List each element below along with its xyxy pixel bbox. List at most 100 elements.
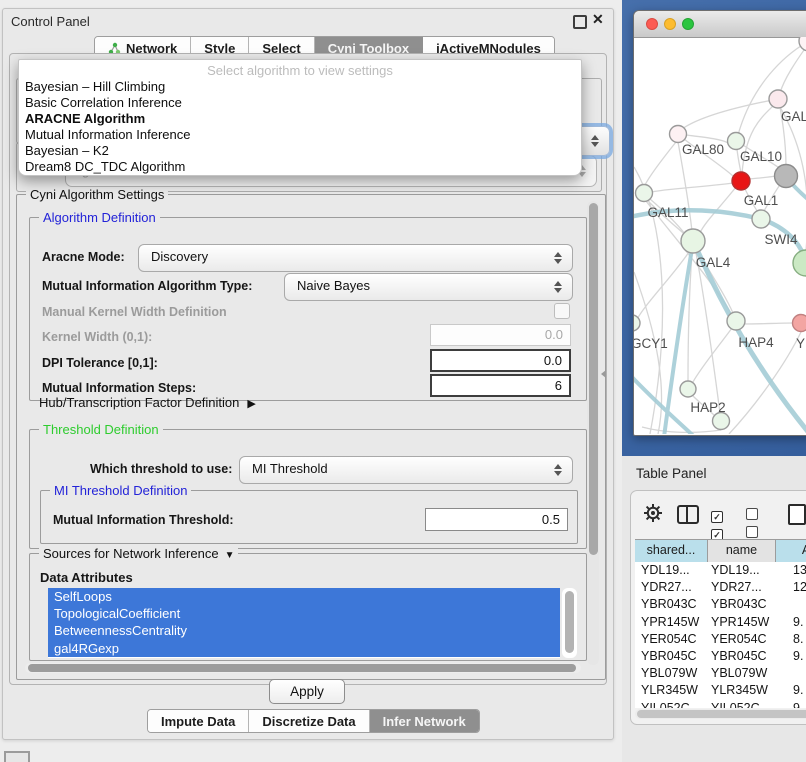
- node-gray[interactable]: [775, 165, 798, 188]
- node-gal80[interactable]: [670, 126, 687, 143]
- collapsed-arrow-icon: ▶: [247, 398, 255, 410]
- list-item[interactable]: gal4RGexp: [48, 640, 560, 657]
- column-view-icon[interactable]: [677, 505, 699, 524]
- node[interactable]: [713, 413, 730, 430]
- network-window-titlebar[interactable]: [634, 11, 806, 38]
- list-scrollbar-thumb[interactable]: [565, 591, 574, 653]
- algorithm-option[interactable]: Dream8 DC_TDC Algorithm: [23, 159, 577, 175]
- column-header-clipped[interactable]: A: [776, 540, 806, 562]
- aracne-mode-combo[interactable]: Discovery: [138, 244, 573, 272]
- mi-type-value: Naive Bayes: [297, 274, 370, 298]
- table-row[interactable]: YDR27... YDR27... 12: [635, 579, 806, 596]
- tab-infer-network[interactable]: Infer Network: [370, 710, 479, 732]
- algorithm-popup-prompt: Select algorithm to view settings: [19, 63, 581, 78]
- node-hap2[interactable]: [680, 381, 696, 397]
- table-row[interactable]: YBR045C YBR045C 9.: [635, 648, 806, 665]
- node-gal4[interactable]: [681, 229, 705, 253]
- node-gal11[interactable]: [636, 185, 653, 202]
- table-card: ✓✓ shared... name A YDL19... YDL19... 13…: [630, 490, 806, 725]
- mi-threshold-group: MI Threshold Definition Mutual Informati…: [40, 490, 578, 544]
- minimize-button[interactable]: [664, 18, 676, 30]
- tab-discretize-data[interactable]: Discretize Data: [249, 710, 369, 732]
- combo-arrows-icon: [554, 251, 562, 265]
- application-root: Control Panel ✕ Network Style Select: [0, 0, 806, 762]
- settings-group-title: Cyni Algorithm Settings: [26, 187, 168, 202]
- expanded-arrow-icon: ▼: [225, 550, 235, 561]
- algorithm-option[interactable]: Bayesian – K2: [23, 143, 577, 159]
- mi-threshold-group-title: MI Threshold Definition: [50, 483, 191, 498]
- node-gal[interactable]: [769, 90, 787, 108]
- mi-type-label: Mutual Information Algorithm Type:: [42, 279, 252, 293]
- dpi-tolerance-input[interactable]: 0.0: [430, 349, 571, 372]
- network-canvas[interactable]: GAL GAL80 GAL10 GAL1 GAL11 SWI4 GAL4 GCY…: [634, 37, 806, 434]
- manual-kernel-checkbox[interactable]: [554, 303, 570, 319]
- table-row[interactable]: YDL19... YDL19... 13: [635, 562, 806, 579]
- node-label: GAL11: [647, 205, 688, 220]
- mi-threshold-label: Mutual Information Threshold:: [53, 513, 234, 527]
- which-threshold-combo[interactable]: MI Threshold: [239, 456, 573, 484]
- table-panel-section: Table Panel ✓✓ share: [622, 456, 806, 762]
- node[interactable]: [799, 37, 806, 51]
- node-salmon[interactable]: [793, 315, 806, 332]
- algorithm-option[interactable]: Basic Correlation Inference: [23, 95, 577, 111]
- node-label: SWI4: [764, 232, 797, 247]
- list-item[interactable]: SelfLoops: [48, 588, 560, 605]
- node-swi4[interactable]: [752, 210, 770, 228]
- which-threshold-label: Which threshold to use:: [90, 462, 232, 476]
- close-button[interactable]: [646, 18, 658, 30]
- node-label: HAP2: [690, 400, 725, 415]
- apply-button[interactable]: Apply: [269, 679, 345, 704]
- algorithm-option[interactable]: Mutual Information Inference: [23, 127, 577, 143]
- node-gal1-selected[interactable]: [732, 172, 750, 190]
- sources-group: Sources for Network Inference▼ Data Attr…: [29, 553, 587, 661]
- column-header-name[interactable]: name: [708, 540, 776, 562]
- algorithm-definition-title: Algorithm Definition: [39, 210, 160, 225]
- algorithm-option[interactable]: Bayesian – Hill Climbing: [23, 79, 577, 95]
- select-all-columns-icon[interactable]: ✓✓: [711, 507, 726, 543]
- settings-vscrollbar-thumb[interactable]: [589, 203, 598, 555]
- control-panel-title: Control Panel: [11, 14, 90, 29]
- document-icon[interactable]: [788, 504, 806, 525]
- network-window: GAL GAL80 GAL10 GAL1 GAL11 SWI4 GAL4 GCY…: [633, 10, 806, 436]
- settings-vscrollbar[interactable]: [587, 201, 599, 665]
- table-row[interactable]: YER054C YER054C 8.: [635, 631, 806, 648]
- table-hscrollbar-thumb[interactable]: [637, 710, 806, 718]
- mi-steps-input[interactable]: 6: [430, 374, 571, 397]
- list-item[interactable]: TopologicalCoefficient: [48, 605, 560, 622]
- zoom-button[interactable]: [682, 18, 694, 30]
- mi-type-combo[interactable]: Naive Bayes: [284, 273, 573, 301]
- network-desktop: GAL GAL80 GAL10 GAL1 GAL11 SWI4 GAL4 GCY…: [622, 0, 806, 456]
- table-row[interactable]: YIL052C YIL052C 9.: [635, 700, 806, 709]
- node-gcy1[interactable]: [634, 315, 640, 331]
- gear-icon[interactable]: [643, 503, 663, 528]
- kernel-width-input[interactable]: 0.0: [430, 324, 571, 346]
- list-scrollbar[interactable]: [562, 588, 577, 658]
- node-gal10[interactable]: [728, 133, 745, 150]
- minimized-panel-icon[interactable]: [4, 751, 30, 762]
- node-label: GAL: [781, 109, 806, 124]
- which-threshold-value: MI Threshold: [252, 457, 328, 481]
- table-row[interactable]: YPR145W YPR145W 9.: [635, 614, 806, 631]
- table-row[interactable]: YBR043C YBR043C: [635, 596, 806, 613]
- deselect-all-columns-icon[interactable]: [746, 507, 761, 543]
- settings-hscrollbar[interactable]: [25, 663, 581, 673]
- node-hap4[interactable]: [727, 312, 745, 330]
- panel-split-handle[interactable]: [601, 370, 606, 378]
- node-green-large[interactable]: [793, 250, 806, 276]
- node-label: GCY1: [634, 336, 668, 351]
- tab-impute-data[interactable]: Impute Data: [148, 710, 249, 732]
- table-hscrollbar[interactable]: [635, 709, 806, 719]
- table-row[interactable]: YLR345W YLR345W 9.: [635, 682, 806, 699]
- hub-definition-toggle[interactable]: Hub/Transcription Factor Definition▶: [39, 395, 256, 410]
- list-item[interactable]: BetweennessCentrality: [48, 622, 560, 639]
- float-window-icon[interactable]: [573, 15, 587, 29]
- algorithm-option-selected[interactable]: ARACNE Algorithm: [23, 111, 577, 127]
- settings-hscrollbar-thumb[interactable]: [28, 664, 576, 672]
- close-icon[interactable]: ✕: [592, 11, 604, 28]
- threshold-definition-title: Threshold Definition: [39, 422, 163, 437]
- mi-threshold-input[interactable]: 0.5: [425, 508, 568, 531]
- table-row[interactable]: YBL079W YBL079W: [635, 665, 806, 682]
- column-header-shared-name[interactable]: shared...: [635, 540, 708, 562]
- algorithm-dropdown-popup: Select algorithm to view settings Bayesi…: [18, 59, 582, 176]
- data-attributes-list: SelfLoops TopologicalCoefficient Between…: [48, 588, 560, 658]
